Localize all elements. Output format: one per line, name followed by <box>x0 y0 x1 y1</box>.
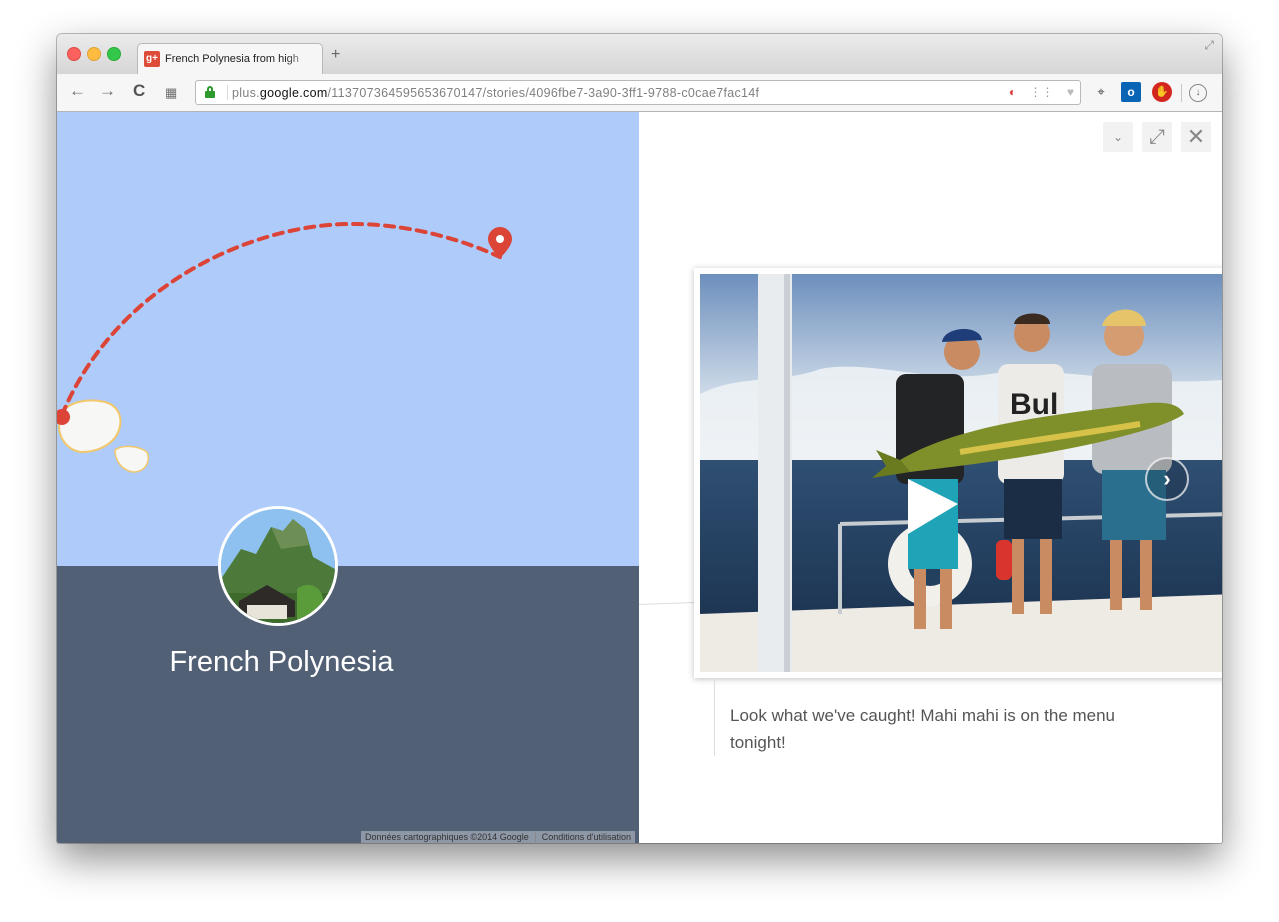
fishing-photo: Bul <box>700 274 1222 672</box>
url-path: /113707364595653670147/stories/4096fbe7-… <box>327 86 760 100</box>
window-minimize-button[interactable] <box>87 47 101 61</box>
address-bar[interactable]: plus.google.com/113707364595653670147/st… <box>195 80 1081 105</box>
new-tab-button[interactable]: + <box>331 47 340 63</box>
close-icon[interactable]: ✕ <box>1181 122 1211 152</box>
route-path <box>60 221 502 417</box>
chevron-down-icon[interactable]: ⌄ <box>1103 122 1133 152</box>
window-maximize-button[interactable] <box>107 47 121 61</box>
apps-grid-icon[interactable]: ▦ <box>165 83 177 103</box>
url-prefix: plus. <box>232 86 260 100</box>
map-attribution: Données cartographiques ©2014 Google Cond… <box>360 831 635 843</box>
url-domain: google.com <box>259 86 328 100</box>
browser-toolbar: ← → C ▦ plus.google.com/1137073645956536… <box>57 74 1222 112</box>
place-title: French Polynesia <box>169 646 394 678</box>
tab-french-polynesia[interactable]: g+ French Polynesia from high <box>137 43 323 74</box>
grid-icon[interactable]: ⋮⋮ <box>1030 85 1054 99</box>
outlook-extension-icon[interactable]: o <box>1121 82 1141 102</box>
cursor-extension-icon[interactable]: ⌖ <box>1091 82 1111 102</box>
photo-caption: Look what we've caught! Mahi mahi is on … <box>730 706 1116 752</box>
story-map[interactable] <box>57 112 639 566</box>
window-close-button[interactable] <box>67 47 81 61</box>
story-content: Données cartographiques ©2014 Google Cond… <box>57 112 1222 843</box>
place-avatar <box>218 506 338 626</box>
back-arrow-icon[interactable]: ← <box>69 81 86 101</box>
download-icon[interactable]: ↓ <box>1189 84 1207 102</box>
google-plus-icon: g+ <box>144 51 160 67</box>
heart-icon[interactable]: ♥ <box>1067 85 1074 99</box>
tab-title: French Polynesia from high <box>165 53 299 65</box>
story-photo[interactable]: Bul <box>700 274 1222 672</box>
photo-card: Bul <box>694 268 1222 678</box>
toolbar-divider <box>1181 84 1182 102</box>
tab-strip: g+ French Polynesia from high + ⤢ <box>57 34 1222 74</box>
omnibox-actions: ◐ ⋮⋮ ♥ <box>999 85 1074 99</box>
chevron-right-icon[interactable]: › <box>1145 457 1189 501</box>
eye-icon[interactable]: ◐ <box>1009 85 1016 99</box>
map-terms-link[interactable]: Conditions d'utilisation <box>534 832 631 842</box>
reload-icon[interactable]: C <box>133 81 145 101</box>
stop-extension-icon[interactable]: ✋ <box>1152 82 1172 102</box>
omnibox-divider <box>227 85 228 100</box>
caption-divider <box>714 678 715 756</box>
tahiti-peninsula <box>114 445 149 473</box>
fullscreen-icon[interactable]: ⤢ <box>1204 38 1214 53</box>
place-panel: Données cartographiques ©2014 Google Cond… <box>57 566 639 843</box>
map-data-credit: Données cartographiques ©2014 Google <box>364 832 529 842</box>
tahiti-island <box>57 399 122 454</box>
map-layer <box>57 221 512 473</box>
browser-window: g+ French Polynesia from high + ⤢ ← → C … <box>57 34 1222 843</box>
expand-icon[interactable]: ⤢ <box>1142 122 1172 152</box>
timeline-connector <box>638 602 696 605</box>
forward-arrow-icon[interactable]: → <box>99 81 116 101</box>
lock-icon <box>205 86 215 98</box>
mountain-photo <box>221 509 335 623</box>
url-text[interactable]: plus.google.com/113707364595653670147/st… <box>232 86 759 100</box>
